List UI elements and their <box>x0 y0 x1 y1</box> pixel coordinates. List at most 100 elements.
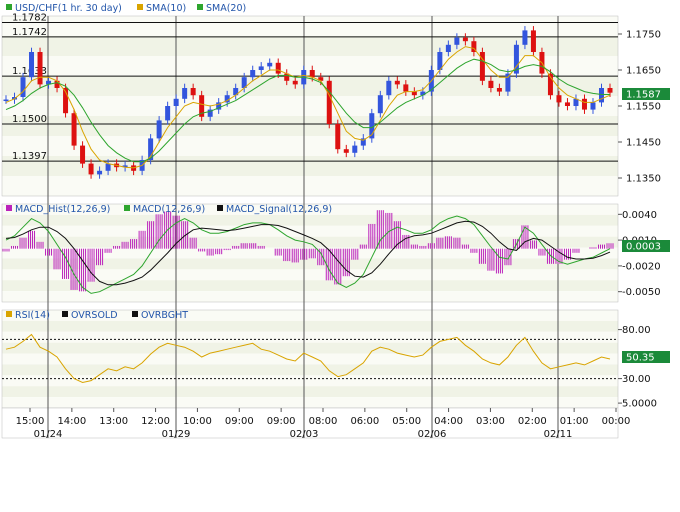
x-date-label: 01/29 <box>162 429 191 440</box>
legend-swatch-rsi <box>6 311 12 317</box>
panel3-band <box>2 375 618 387</box>
panel2-band <box>2 214 618 226</box>
candle-body <box>556 95 562 103</box>
macd-last-value: 0.0003 <box>626 242 661 253</box>
price-level-label: 1.1500 <box>12 114 47 125</box>
candle-body <box>80 145 86 164</box>
candle-body <box>411 91 417 96</box>
legend-swatch-macd-signal <box>217 205 223 211</box>
x-tick-label: 03:00 <box>476 416 505 427</box>
macd-last-value-badge: 0.0003 <box>622 240 670 253</box>
legend-swatch-macd-hist <box>6 205 12 211</box>
x-tick-label: 14:00 <box>57 416 86 427</box>
candle-body <box>496 88 502 92</box>
rsi-last-value-badge: 50.35 <box>622 351 670 364</box>
panel1-band <box>2 176 618 196</box>
rsi-legend: RSI(14) OVRSOLD OVRBGHT <box>6 310 188 321</box>
x-tick-label: 05:00 <box>392 416 421 427</box>
candle-body <box>71 113 77 146</box>
usdchf-chart: 1.17821.17421.16331.15001.1397 1.17501.1… <box>1 3 670 440</box>
price-level-label: 1.1742 <box>12 27 47 38</box>
rsi-y-ticks: 80.00 30.00 5.0000 <box>618 325 657 410</box>
candle-body <box>590 102 596 110</box>
candle-body <box>156 120 162 139</box>
panel3-band <box>2 353 618 365</box>
x-tick-label: 00:00 <box>602 416 631 427</box>
x-tick-label: 09:00 <box>225 416 254 427</box>
price-last-value: 1.1587 <box>626 90 661 101</box>
candle-body <box>165 106 171 121</box>
legend-swatch-oversold <box>62 311 68 317</box>
legend-macd: MACD(12,26,9) <box>133 204 205 215</box>
macd-tick-label: 0.0040 <box>622 210 657 221</box>
candle-body <box>258 66 264 70</box>
panel3-band <box>2 320 618 332</box>
candle-body <box>352 145 358 153</box>
candle-body <box>377 95 383 114</box>
price-tick-label: 1.1350 <box>626 174 661 185</box>
legend-oversold: OVRSOLD <box>71 310 118 321</box>
legend-swatch-usdchf <box>6 4 12 10</box>
candle-body <box>309 70 315 78</box>
candle-body <box>97 170 103 175</box>
candle-body <box>598 88 604 103</box>
x-date-label: 02/03 <box>290 429 319 440</box>
candle-body <box>394 80 400 85</box>
candle-body <box>37 52 43 85</box>
candle-body <box>462 37 468 42</box>
price-y-ticks: 1.1750 1.1650 1.1550 1.1450 1.1350 <box>618 30 661 185</box>
x-date-label: 02/06 <box>418 429 447 440</box>
x-tick-label: 09:00 <box>267 416 296 427</box>
panel3-band <box>2 364 618 376</box>
panel3-band <box>2 397 618 408</box>
candle-body <box>343 149 349 153</box>
rsi-tick-label: 5.0000 <box>622 399 657 410</box>
candle-body <box>326 80 332 124</box>
candle-body <box>505 73 511 92</box>
candle-body <box>105 163 111 171</box>
candle-body <box>454 37 460 45</box>
panel3-band <box>2 342 618 354</box>
panel1-band <box>2 156 618 176</box>
x-tick-label: 06:00 <box>350 416 379 427</box>
candle-body <box>564 102 570 106</box>
panel3-band <box>2 331 618 343</box>
legend-sma20: SMA(20) <box>206 3 246 14</box>
candle-body <box>3 99 9 102</box>
macd-tick-label: -0.0020 <box>622 261 661 272</box>
candle-body <box>522 30 528 45</box>
x-date-label: 02/11 <box>544 429 573 440</box>
candle-body <box>88 163 94 175</box>
rsi-tick-label: 30.00 <box>622 374 651 385</box>
candle-body <box>445 44 451 52</box>
candle-body <box>20 77 26 97</box>
x-tick-label: 10:00 <box>183 416 212 427</box>
legend-macd-hist: MACD_Hist(12,26,9) <box>15 204 110 215</box>
x-tick-label: 08:00 <box>309 416 338 427</box>
rsi-tick-label: 80.00 <box>622 325 651 336</box>
legend-swatch-sma10 <box>137 4 143 10</box>
candle-body <box>292 80 298 85</box>
panel1-band <box>2 116 618 136</box>
candle-body <box>182 88 188 99</box>
legend-swatch-macd <box>124 205 130 211</box>
candle-body <box>530 30 536 52</box>
panel3-band <box>2 386 618 398</box>
candle-body <box>250 70 256 78</box>
x-tick-label: 15:00 <box>16 416 45 427</box>
candle-body <box>29 52 35 78</box>
price-legend: USD/CHF(1 hr. 30 day) SMA(10) SMA(20) <box>6 3 246 14</box>
macd-legend: MACD_Hist(12,26,9) MACD(12,26,9) MACD_Si… <box>6 204 332 215</box>
x-tick-label: 13:00 <box>99 416 128 427</box>
x-tick-label: 12:00 <box>141 416 170 427</box>
price-tick-label: 1.1650 <box>626 66 661 77</box>
panel1-band <box>2 96 618 116</box>
candle-body <box>386 80 392 96</box>
candle-body <box>607 88 613 93</box>
price-last-value-badge: 1.1587 <box>622 88 670 101</box>
legend-macd-signal: MACD_Signal(12,26,9) <box>226 204 332 215</box>
macd-y-ticks: 0.00400.0010-0.0020-0.0050 <box>618 210 661 298</box>
legend-swatch-overbought <box>132 311 138 317</box>
x-tick-label: 02:00 <box>518 416 547 427</box>
legend-swatch-sma20 <box>197 4 203 10</box>
